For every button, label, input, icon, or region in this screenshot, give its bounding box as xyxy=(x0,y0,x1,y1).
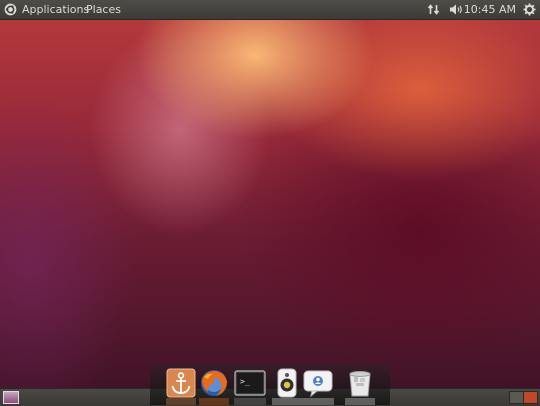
dock-anchor-icon[interactable] xyxy=(166,368,196,398)
network-icon[interactable] xyxy=(427,3,440,16)
dock-reflection xyxy=(272,398,302,405)
session-gear-icon[interactable] xyxy=(523,3,536,16)
show-desktop-button[interactable] xyxy=(3,391,19,404)
dock-reflection xyxy=(199,398,229,405)
clock[interactable]: 10:45 AM xyxy=(464,3,516,16)
workspace-switcher[interactable] xyxy=(509,391,538,404)
trash-icon[interactable] xyxy=(345,368,375,398)
dock-reflection xyxy=(166,398,196,405)
dock-reflection xyxy=(302,398,334,405)
menu-applications[interactable]: Applications xyxy=(22,3,89,16)
workspace-1[interactable] xyxy=(509,391,524,404)
desktop-wallpaper xyxy=(0,0,540,405)
messenger-icon[interactable] xyxy=(302,368,334,398)
speaker-icon[interactable] xyxy=(272,368,302,398)
dock-reflection xyxy=(234,398,266,405)
top-panel: Applications Places 10:45 AM xyxy=(0,0,540,20)
ubuntu-logo-icon[interactable] xyxy=(4,3,17,16)
dock-reflection xyxy=(345,398,375,405)
svg-text:>_: >_ xyxy=(240,377,250,386)
workspace-2[interactable] xyxy=(523,391,538,404)
volume-icon[interactable] xyxy=(449,3,464,16)
menu-places[interactable]: Places xyxy=(86,3,121,16)
firefox-icon[interactable] xyxy=(199,368,229,398)
terminal-icon[interactable]: >_ xyxy=(234,368,266,398)
